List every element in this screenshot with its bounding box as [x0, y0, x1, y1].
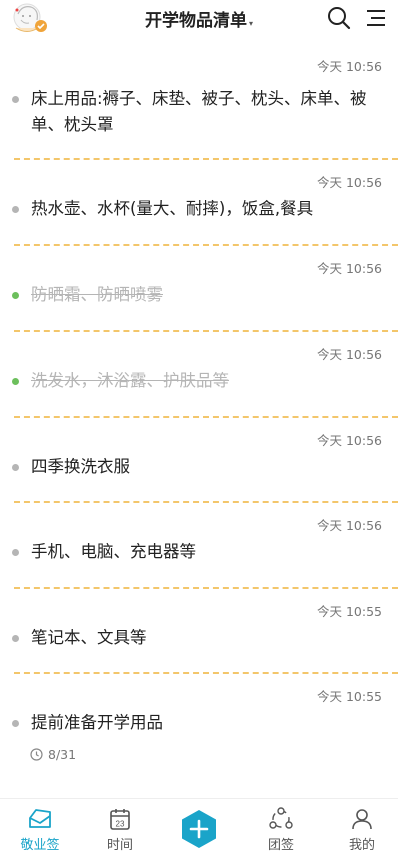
item-text: 防晒霜、防晒喷雾: [31, 285, 163, 304]
item-time: 今天 10:56: [317, 261, 382, 276]
item-time: 今天 10:55: [317, 604, 382, 619]
item-time: 今天 10:56: [317, 59, 382, 74]
tab-jingyeqian[interactable]: 敬业签: [0, 799, 80, 855]
item-time: 今天 10:56: [317, 518, 382, 533]
item-text: 提前准备开学用品: [31, 713, 163, 732]
list-item[interactable]: 今天 10:55 提前准备开学用品 8/31: [0, 674, 398, 794]
status-dot: [12, 720, 19, 727]
tab-time[interactable]: 23 时间: [80, 799, 160, 855]
reminder: 8/31: [30, 747, 76, 762]
calendar-icon: 23: [110, 809, 130, 830]
tab-mine[interactable]: 我的: [322, 799, 398, 855]
clock-icon: [30, 748, 43, 761]
status-dot: [12, 549, 19, 556]
list-item[interactable]: 今天 10:55 笔记本、文具等: [0, 589, 398, 674]
search-icon: [328, 7, 351, 30]
search-button[interactable]: [326, 5, 352, 31]
tab-team[interactable]: 团签: [241, 799, 321, 855]
list-item[interactable]: 今天 10:56 四季换洗衣服: [0, 418, 398, 503]
item-text: 洗发水，沐浴露、护肤品等: [31, 371, 229, 390]
item-time: 今天 10:55: [317, 689, 382, 704]
item-time: 今天 10:56: [317, 175, 382, 190]
memo-list: 今天 10:56 床上用品:褥子、床垫、被子、枕头、床单、被单、枕头罩 今天 1…: [0, 44, 398, 794]
tab-label: 我的: [348, 838, 375, 853]
reminder-date: 8/31: [48, 747, 77, 762]
bottom-tab-bar: 敬业签 23 时间 团签 我的: [0, 798, 398, 855]
item-text: 四季换洗衣服: [31, 457, 130, 476]
envelope-icon: [29, 809, 51, 828]
list-item[interactable]: 今天 10:56 热水壶、水杯(量大、耐摔)，饭盒,餐具: [0, 160, 398, 246]
list-item[interactable]: 今天 10:56 手机、电脑、充电器等: [0, 503, 398, 589]
status-dot: [12, 206, 19, 213]
status-dot-done: [12, 292, 19, 299]
status-dot: [12, 635, 19, 642]
tab-label: 敬业签: [20, 838, 60, 853]
status-dot: [12, 464, 19, 471]
item-text: 热水壶、水杯(量大、耐摔)，饭盒,餐具: [31, 199, 314, 218]
item-text: 手机、电脑、充电器等: [31, 542, 196, 561]
item-time: 今天 10:56: [317, 433, 382, 448]
top-bar: 开学物品清单 ▾: [0, 0, 398, 40]
status-dot-done: [12, 378, 19, 385]
menu-button[interactable]: [364, 6, 388, 30]
list-item[interactable]: 今天 10:56 床上用品:褥子、床垫、被子、枕头、床单、被单、枕头罩: [0, 44, 398, 160]
list-item[interactable]: 今天 10:56 洗发水，沐浴露、护肤品等: [0, 332, 398, 418]
calendar-day: 23: [116, 820, 125, 829]
add-button[interactable]: [180, 809, 218, 849]
title-dropdown-icon: ▾: [248, 19, 253, 28]
item-text: 床上用品:褥子、床垫、被子、枕头、床单、被单、枕头罩: [31, 89, 367, 134]
user-icon: [352, 809, 372, 830]
tab-label: 团签: [267, 838, 294, 853]
list-item[interactable]: 今天 10:56 防晒霜、防晒喷雾: [0, 246, 398, 332]
item-text: 笔记本、文具等: [31, 628, 147, 647]
plus-hexagon-icon: [182, 810, 216, 848]
menu-icon: [367, 10, 385, 26]
tab-label: 时间: [106, 838, 133, 853]
item-time: 今天 10:56: [317, 347, 382, 362]
status-dot: [12, 96, 19, 103]
page-title-text: 开学物品清单: [144, 11, 247, 31]
team-icon: [269, 807, 293, 829]
